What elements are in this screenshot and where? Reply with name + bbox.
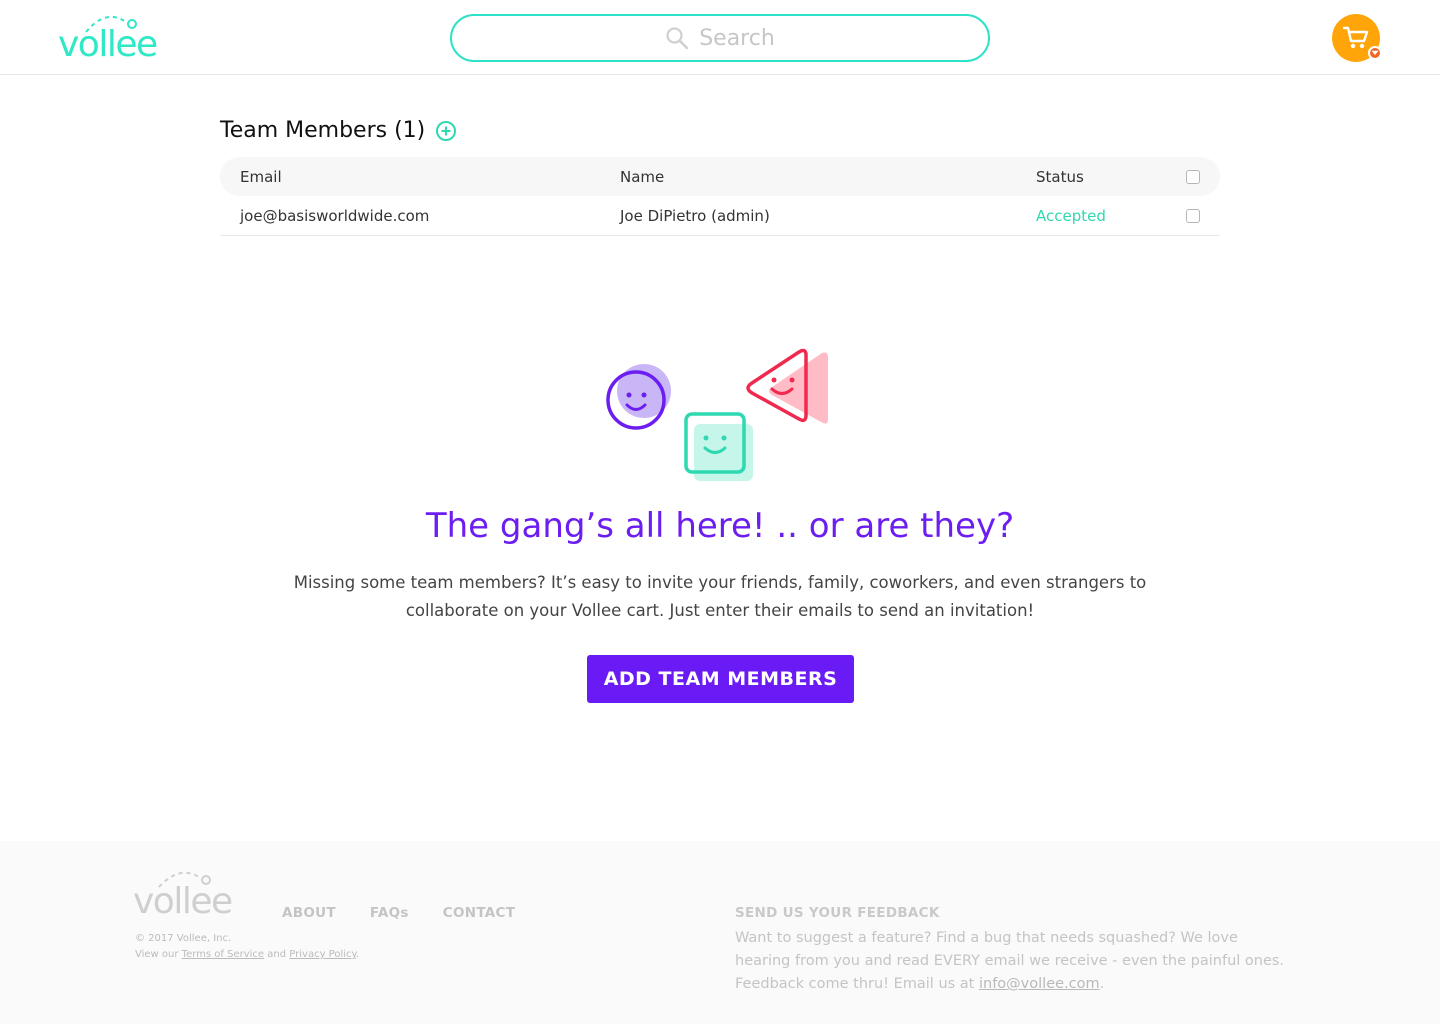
footer-nav-contact[interactable]: CONTACT	[443, 905, 516, 921]
logo-text: vollee	[58, 24, 158, 65]
search-input[interactable]: Search	[450, 14, 990, 62]
feedback-end: .	[1099, 976, 1105, 992]
chevron-down-icon	[1371, 50, 1379, 55]
empty-state-headline: The gang’s all here! .. or are they?	[425, 506, 1015, 546]
column-header-email: Email	[240, 167, 282, 186]
footer-vollee-logo[interactable]: vollee	[133, 871, 248, 922]
search-icon	[666, 27, 689, 50]
add-member-icon[interactable]	[435, 120, 457, 142]
cart-icon	[1342, 26, 1369, 49]
team-members-table: Email Name Status joe@basisworldwide.com…	[220, 157, 1220, 236]
table-header-row: Email Name Status	[220, 157, 1220, 196]
team-members-title: Team Members (1)	[220, 118, 426, 143]
copyright-text: © 2017 Vollee, Inc.	[135, 933, 232, 944]
team-members-header: Team Members (1)	[220, 118, 457, 143]
footer-nav-about[interactable]: ABOUT	[282, 905, 336, 921]
vollee-logo[interactable]: vollee	[58, 10, 173, 65]
row-select-checkbox[interactable]	[1186, 208, 1200, 223]
add-team-members-button[interactable]: ADD TEAM MEMBERS	[587, 655, 854, 703]
and-text: and	[267, 949, 287, 960]
privacy-policy-link[interactable]: Privacy Policy	[289, 949, 356, 960]
feedback-text-block: Want to suggest a feature? Find a bug th…	[735, 927, 1295, 996]
feedback-section: SEND US YOUR FEEDBACK Want to suggest a …	[735, 905, 1295, 996]
cart-button[interactable]	[1332, 14, 1382, 62]
table-row: joe@basisworldwide.com Joe DiPietro (adm…	[220, 196, 1220, 236]
site-footer: vollee © 2017 Vollee, Inc. View our Term…	[0, 841, 1440, 1024]
cart-dropdown-badge[interactable]	[1368, 46, 1382, 60]
footer-nav: ABOUT FAQs CONTACT	[282, 905, 515, 921]
member-name: Joe DiPietro (admin)	[620, 206, 770, 225]
top-header: vollee Search	[0, 0, 1440, 75]
column-header-name: Name	[620, 167, 665, 186]
footer-nav-faqs[interactable]: FAQs	[370, 905, 409, 921]
member-status: Accepted	[1036, 206, 1106, 225]
footer-legal: © 2017 Vollee, Inc. View our Terms of Se…	[135, 931, 359, 963]
search-placeholder: Search	[699, 25, 775, 51]
feedback-title: SEND US YOUR FEEDBACK	[735, 905, 940, 921]
member-email: joe@basisworldwide.com	[240, 206, 430, 225]
empty-state-description: Missing some team members? It’s easy to …	[293, 573, 1147, 620]
terms-of-service-link[interactable]: Terms of Service	[182, 949, 264, 960]
column-header-status: Status	[1036, 167, 1084, 186]
pink-face-shadow	[769, 352, 828, 424]
view-prefix-text: View our	[135, 949, 179, 960]
feedback-email-link[interactable]: info@vollee.com	[979, 976, 1100, 992]
team-faces-illustration	[606, 348, 828, 481]
legal-period: .	[356, 949, 360, 960]
footer-logo-text: vollee	[133, 881, 233, 922]
select-all-checkbox[interactable]	[1186, 169, 1200, 184]
